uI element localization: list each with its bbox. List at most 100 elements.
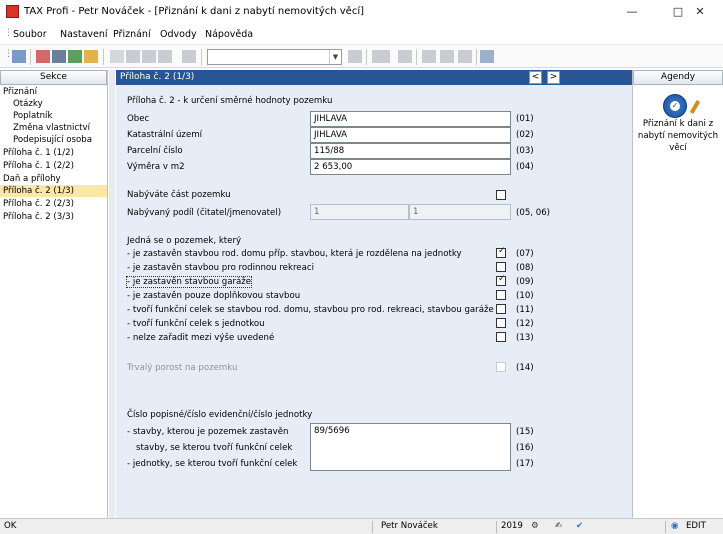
code-17: (17) — [516, 459, 534, 469]
toolbar-separator — [476, 49, 477, 65]
toolbar-separator — [103, 49, 104, 65]
help-icon[interactable] — [480, 50, 494, 63]
window-title: TAX Profi - Petr Nováček - [Přiznání k d… — [24, 6, 364, 17]
form-panel: Příloha č. 2 (1/3) < > Příloha č. 2 - k … — [116, 70, 632, 518]
signature-icon: ✍ — [555, 521, 563, 531]
print-preview-icon[interactable] — [52, 50, 66, 63]
sidebar-item-priloha-2-3[interactable]: Příloha č. 2 (3/3) — [3, 211, 74, 223]
land-option-10-label: - je zastavěn pouze doplňkovou stavbou — [127, 291, 301, 301]
menu-odvody[interactable]: Odvody — [160, 29, 197, 40]
permanent-cover-label: Trvalý porost na pozemku — [127, 363, 238, 373]
check-icon[interactable] — [126, 50, 140, 63]
land-option-08-checkbox[interactable] — [496, 262, 506, 272]
parcelni-cislo-field[interactable]: 115/88 — [310, 143, 511, 159]
permanent-cover-checkbox[interactable] — [496, 362, 506, 372]
menu-bar: ⋮ Soubor Nastavení Přiznání Odvody Nápov… — [0, 25, 723, 44]
pen-icon — [689, 99, 701, 115]
share-denominator-field[interactable]: 1 — [409, 204, 511, 220]
pane-splitter[interactable] — [109, 70, 115, 518]
field-label-obec: Obec — [127, 114, 150, 124]
code-14: (14) — [516, 363, 534, 373]
form-icon[interactable] — [440, 50, 454, 63]
obec-field[interactable]: JIHLAVA — [310, 111, 511, 127]
minimize-button[interactable]: — — [609, 0, 655, 24]
sections-panel: Sekce Přiznání Otázky Poplatník Změna vl… — [0, 70, 108, 518]
code-12: (12) — [516, 319, 534, 329]
code-15: (15) — [516, 427, 534, 437]
open-icon[interactable] — [12, 50, 26, 63]
building-row-16-label: stavby, se kterou tvoří funkční celek — [136, 443, 293, 453]
code-09: (09) — [516, 277, 534, 287]
land-option-09-checkbox[interactable]: ✓ — [496, 274, 506, 286]
land-option-09-label: - je zastavěn stavbou garáže — [125, 276, 253, 288]
form-icon[interactable] — [458, 50, 472, 63]
next-page-button[interactable]: > — [547, 71, 560, 84]
partial-land-checkbox[interactable] — [496, 190, 506, 200]
tool-icon[interactable] — [348, 50, 362, 63]
form-icon[interactable] — [422, 50, 436, 63]
menu-priznani[interactable]: Přiznání — [113, 29, 151, 40]
sidebar-item-priznani[interactable]: Přiznání — [3, 86, 37, 98]
grip-icon: ⋮ — [4, 28, 13, 38]
menu-nastaveni[interactable]: Nastavení — [60, 29, 108, 40]
copy-icon[interactable] — [182, 50, 196, 63]
sidebar-item-priloha-1-2[interactable]: Příloha č. 1 (2/2) — [3, 160, 74, 172]
building-heading: Číslo popisné/číslo evidenční/číslo jedn… — [127, 410, 313, 420]
katastralni-uzemi-field[interactable]: JIHLAVA — [310, 127, 511, 143]
minimize-icon: — — [626, 5, 638, 18]
land-option-10-checkbox[interactable] — [496, 290, 506, 300]
section-title: Příloha č. 2 - k určení směrné hodnoty p… — [127, 96, 333, 106]
status-mode: EDIT — [686, 521, 706, 531]
code-02: (02) — [516, 130, 534, 140]
share-numerator-field[interactable]: 1 — [310, 204, 409, 220]
land-option-11-label: - tvoří funkční celek se stavbou rod. do… — [127, 305, 494, 315]
agenda-item-label[interactable]: Přiznání k dani z nabytí nemovitých věcí — [635, 118, 721, 154]
print-icon[interactable] — [68, 50, 82, 63]
close-icon: ✕ — [695, 5, 705, 18]
status-year: 2019 — [501, 521, 523, 531]
code-01: (01) — [516, 114, 534, 124]
menu-soubor[interactable]: Soubor — [13, 29, 47, 40]
edit-mode-icon: ◉ — [671, 521, 679, 531]
new-icon[interactable] — [110, 50, 124, 63]
toolbar-separator — [201, 49, 202, 65]
close-button[interactable]: ✕ — [677, 0, 723, 24]
toolbar-combo[interactable]: ▼ — [207, 49, 342, 65]
partial-land-label: Nabýváte část pozemku — [127, 190, 231, 200]
form-header-title: Příloha č. 2 (1/3) — [120, 72, 195, 82]
folder-icon[interactable] — [372, 50, 390, 63]
sidebar-item-priloha-2-1[interactable]: Příloha č. 2 (1/3) — [0, 185, 107, 197]
calculator-icon[interactable] — [398, 50, 412, 63]
sidebar-item-priloha-1-1[interactable]: Příloha č. 1 (1/2) — [3, 147, 74, 159]
menu-napoveda[interactable]: Nápověda — [205, 29, 253, 40]
tax-form-icon[interactable]: ✓ — [663, 94, 687, 118]
save-icon[interactable] — [36, 50, 50, 63]
chevron-down-icon[interactable]: ▼ — [329, 50, 341, 64]
code-11: (11) — [516, 305, 534, 315]
settings-icon: ⚙ — [531, 521, 539, 531]
title-bar: TAX Profi - Petr Nováček - [Přiznání k d… — [0, 0, 723, 24]
toolbar-separator — [416, 49, 417, 65]
land-option-07-checkbox[interactable]: ✓ — [496, 246, 506, 258]
vymera-field[interactable]: 2 653,00 — [310, 159, 511, 175]
sidebar-item-poplatnik[interactable]: Poplatník — [13, 110, 52, 122]
calendar-icon[interactable] — [84, 50, 98, 63]
sidebar-item-podepisujici-osoba[interactable]: Podepisující osoba — [13, 134, 92, 146]
sidebar-item-dan-a-prilohy[interactable]: Daň a přílohy — [3, 173, 61, 185]
land-option-13-checkbox[interactable] — [496, 332, 506, 342]
share-label: Nabývaný podíl (čitatel/jmenovatel) — [127, 208, 282, 218]
field-label-katastralni-uzemi: Katastrální území — [127, 130, 202, 140]
code-03: (03) — [516, 146, 534, 156]
field-label-parcelni-cislo: Parcelní číslo — [127, 146, 183, 156]
sidebar-item-zmena-vlastnictvi[interactable]: Změna vlastnictví — [13, 122, 90, 134]
sidebar-item-otazky[interactable]: Otázky — [13, 98, 43, 110]
prev-page-button[interactable]: < — [529, 71, 542, 84]
code-16: (16) — [516, 443, 534, 453]
land-option-07-label: - je zastavěn stavbou rod. domu příp. st… — [127, 249, 462, 259]
disk-icon[interactable] — [158, 50, 172, 63]
land-option-11-checkbox[interactable] — [496, 304, 506, 314]
sidebar-item-priloha-2-2[interactable]: Příloha č. 2 (2/3) — [3, 198, 74, 210]
disk-icon[interactable] — [142, 50, 156, 63]
land-option-12-checkbox[interactable] — [496, 318, 506, 328]
building-number-textarea[interactable]: 89/5696 — [310, 423, 511, 471]
